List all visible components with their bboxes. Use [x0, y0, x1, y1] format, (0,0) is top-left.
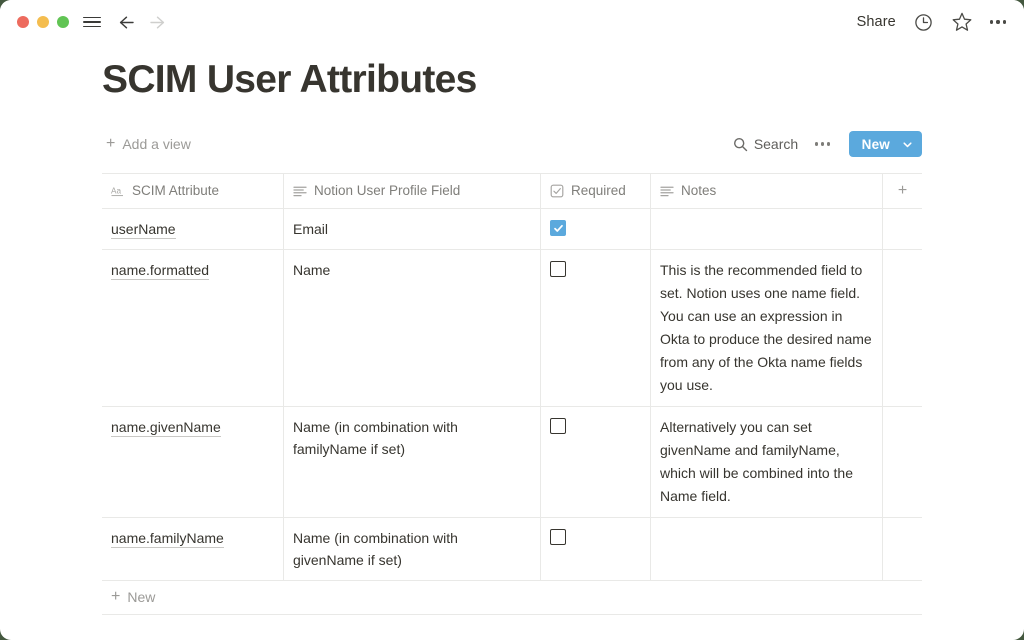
- cell-scim-attribute[interactable]: userName: [102, 209, 284, 249]
- window-controls: [17, 16, 69, 28]
- minimize-window-button[interactable]: [37, 16, 49, 28]
- new-button[interactable]: New: [849, 131, 922, 157]
- cell-required[interactable]: [541, 518, 651, 580]
- chevron-down-icon[interactable]: [900, 131, 922, 157]
- view-toolbar: + Add a view Search: [102, 128, 922, 160]
- column-header-label: Notion User Profile Field: [314, 182, 460, 200]
- add-row-label: New: [127, 589, 155, 605]
- titlebar-actions: Share: [857, 11, 1006, 33]
- cell-notion-field[interactable]: Name (in combination with givenName if s…: [284, 518, 541, 580]
- cell-trailing: [883, 250, 922, 406]
- text-title-icon: Aa: [111, 184, 125, 198]
- svg-text:Aa: Aa: [111, 187, 121, 196]
- notes-text: This is the recommended field to set. No…: [660, 262, 872, 393]
- more-horizontal-icon[interactable]: [990, 16, 1006, 27]
- cell-scim-attribute[interactable]: name.formatted: [102, 250, 284, 406]
- cell-required[interactable]: [541, 250, 651, 406]
- arrow-left-icon[interactable]: [117, 13, 136, 32]
- cell-required[interactable]: [541, 407, 651, 517]
- checkbox-icon: [550, 184, 564, 198]
- new-button-label: New: [849, 131, 900, 157]
- cell-required[interactable]: [541, 209, 651, 249]
- column-header-label: Notes: [681, 182, 716, 200]
- add-view-button[interactable]: + Add a view: [102, 134, 195, 154]
- cell-trailing: [883, 518, 922, 580]
- cell-notion-field[interactable]: Name: [284, 250, 541, 406]
- page-content: SCIM User Attributes + Add a view Search: [0, 56, 1024, 615]
- maximize-window-button[interactable]: [57, 16, 69, 28]
- text-lines-icon: [293, 184, 307, 198]
- attribute-link[interactable]: name.formatted: [111, 262, 209, 280]
- cell-notion-field[interactable]: Email: [284, 209, 541, 249]
- plus-icon: +: [111, 589, 120, 605]
- plus-icon: +: [106, 136, 115, 152]
- cell-trailing: [883, 407, 922, 517]
- clock-icon[interactable]: [913, 12, 934, 33]
- view-toolbar-actions: Search New: [728, 131, 922, 157]
- add-view-label: Add a view: [122, 136, 190, 152]
- column-header-label: SCIM Attribute: [132, 182, 219, 200]
- required-checkbox[interactable]: [550, 529, 566, 545]
- titlebar: Share: [0, 0, 1024, 44]
- cell-trailing: [883, 209, 922, 249]
- cell-scim-attribute[interactable]: name.givenName: [102, 407, 284, 517]
- search-icon: [733, 137, 748, 152]
- attribute-link[interactable]: userName: [111, 221, 176, 239]
- required-checkbox[interactable]: [550, 261, 566, 277]
- text-lines-icon: [660, 184, 674, 198]
- column-header-scim-attribute[interactable]: Aa SCIM Attribute: [102, 174, 284, 208]
- cell-notes[interactable]: [651, 518, 883, 580]
- search-button[interactable]: Search: [728, 133, 803, 155]
- table-row: name.formatted Name This is the recommen…: [102, 250, 922, 407]
- cell-notion-field[interactable]: Name (in combination with familyName if …: [284, 407, 541, 517]
- close-window-button[interactable]: [17, 16, 29, 28]
- table-row: name.familyName Name (in combination wit…: [102, 518, 922, 581]
- navigation-arrows: [117, 13, 167, 32]
- cell-scim-attribute[interactable]: name.familyName: [102, 518, 284, 580]
- add-column-button[interactable]: +: [883, 174, 922, 208]
- cell-notes[interactable]: This is the recommended field to set. No…: [651, 250, 883, 406]
- column-header-notes[interactable]: Notes: [651, 174, 883, 208]
- notes-text: Alternatively you can set givenName and …: [660, 419, 853, 504]
- view-more-icon[interactable]: [810, 136, 834, 151]
- star-icon[interactable]: [951, 11, 973, 33]
- plus-icon: +: [898, 182, 907, 200]
- attribute-link[interactable]: name.givenName: [111, 419, 221, 437]
- hamburger-icon[interactable]: [83, 17, 101, 28]
- required-checkbox[interactable]: [550, 418, 566, 434]
- table-header-row: Aa SCIM Attribute Notion User Profile Fi…: [102, 174, 922, 209]
- arrow-right-icon[interactable]: [148, 13, 167, 32]
- cell-notes[interactable]: [651, 209, 883, 249]
- column-header-notion-user-profile-field[interactable]: Notion User Profile Field: [284, 174, 541, 208]
- table-row: userName Email: [102, 209, 922, 250]
- attribute-link[interactable]: name.familyName: [111, 530, 224, 548]
- table-row: name.givenName Name (in combination with…: [102, 407, 922, 518]
- required-checkbox[interactable]: [550, 220, 566, 236]
- add-row-button[interactable]: + New: [102, 581, 922, 615]
- page-title: SCIM User Attributes: [102, 56, 1024, 104]
- share-button[interactable]: Share: [857, 14, 896, 30]
- column-header-required[interactable]: Required: [541, 174, 651, 208]
- database-table: Aa SCIM Attribute Notion User Profile Fi…: [102, 173, 922, 615]
- app-window: Share SCIM User Attributes +: [0, 0, 1024, 640]
- search-label: Search: [754, 136, 798, 152]
- column-header-label: Required: [571, 182, 626, 200]
- cell-notes[interactable]: Alternatively you can set givenName and …: [651, 407, 883, 517]
